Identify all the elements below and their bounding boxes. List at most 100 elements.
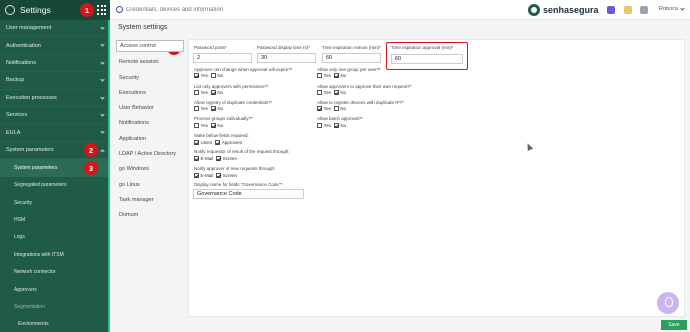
- tab-security[interactable]: Security: [116, 71, 184, 86]
- notify-approver-label: Notify approver of new requests through:: [194, 166, 276, 171]
- tab-domum[interactable]: Domum: [116, 208, 184, 223]
- allow-batch-approval-label: Allow batch approval?*: [317, 116, 363, 121]
- sidebar-subitem-integrations-itsm[interactable]: Integrations with ITSM: [0, 246, 110, 263]
- apps-grid-icon[interactable]: [97, 5, 107, 15]
- checkbox-no[interactable]: [210, 90, 216, 95]
- checkbox-approvers[interactable]: [215, 140, 221, 145]
- checkbox-no[interactable]: [333, 123, 339, 128]
- process-groups-options: Yes No: [194, 123, 223, 128]
- checkbox-screen[interactable]: [216, 173, 222, 178]
- notify-approver-options: E-Mail Screen: [194, 173, 237, 178]
- password-display-time-label: Password display time (s)*: [257, 45, 311, 50]
- step-badge-3: 3: [84, 161, 98, 175]
- checkbox-yes[interactable]: [194, 123, 199, 128]
- sidebar-item-notifications[interactable]: Notifications: [0, 55, 110, 73]
- chevron-down-icon: [100, 112, 105, 117]
- checkbox-yes[interactable]: [317, 106, 322, 111]
- checkbox-users[interactable]: [194, 140, 199, 145]
- password-ports-input[interactable]: 2: [193, 53, 252, 63]
- time-expiration-reason-input[interactable]: 60: [322, 53, 381, 63]
- checkbox-yes[interactable]: [194, 90, 199, 95]
- allow-approvers-own-label: Allow approvers to approve their own req…: [317, 84, 412, 89]
- approver-can-change-options: Yes No: [194, 73, 223, 78]
- sidebar-subitem-security[interactable]: Security: [0, 194, 110, 211]
- sidebar-item-backup[interactable]: Backup: [0, 72, 110, 90]
- checkbox-email[interactable]: [194, 156, 199, 161]
- allow-register-devices-options: Yes No: [317, 106, 346, 111]
- sidebar-item-authentication[interactable]: Authentication: [0, 37, 110, 55]
- top-bar: senhasegura Roboca: [110, 0, 690, 20]
- notify-requestor-label: Notify requestor of result of the reques…: [194, 149, 290, 154]
- tab-remote-session[interactable]: Remote session: [116, 55, 184, 70]
- sidebar-subitem-segregated-parameters[interactable]: Segregated parameters: [0, 177, 110, 194]
- chevron-down-icon: [100, 129, 105, 134]
- search-input[interactable]: [126, 4, 276, 16]
- checkbox-no[interactable]: [210, 73, 216, 78]
- lock-icon[interactable]: [640, 6, 648, 14]
- sidebar-item-execution-processes[interactable]: Execution processes: [0, 90, 110, 107]
- checkbox-no[interactable]: [210, 106, 216, 111]
- tab-go-linux[interactable]: go Linux: [116, 178, 184, 193]
- checkbox-no[interactable]: [210, 123, 216, 128]
- highlight-box: [386, 42, 468, 70]
- chevron-down-icon: [100, 94, 105, 100]
- checkbox-yes[interactable]: [317, 90, 322, 95]
- chevron-down-icon: [100, 60, 105, 65]
- sidebar-item-services[interactable]: Services: [0, 107, 110, 125]
- process-groups-label: Process groups individually?*: [194, 116, 253, 121]
- sidebar-subitem-segmentation[interactable]: Segmentation: [0, 298, 110, 315]
- settings-tabs: Access control Remote session Security E…: [116, 40, 184, 224]
- notification-icon[interactable]: [624, 6, 632, 14]
- tab-user-behavior[interactable]: User Behavior: [116, 101, 184, 116]
- allow-approvers-own-options: Yes No: [317, 90, 346, 95]
- time-expiration-reason-label: Time expiration reason (min)*: [322, 45, 381, 50]
- tab-application[interactable]: Application: [116, 132, 184, 147]
- list-only-approvers-options: Yes No: [194, 90, 223, 95]
- allow-batch-approval-options: Yes No: [317, 123, 346, 128]
- checkbox-no[interactable]: [333, 73, 339, 78]
- sidebar-subitem-network-connector[interactable]: Network connector: [0, 263, 110, 280]
- checkbox-yes[interactable]: [317, 73, 322, 78]
- lightbulb-icon[interactable]: [657, 292, 679, 314]
- sidebar-subitem-logs[interactable]: Logs: [0, 229, 110, 246]
- brand-mark-icon: [528, 4, 540, 16]
- make-below-fields-label: Make below fields required:: [194, 133, 249, 138]
- sidebar-accent-bar: [108, 20, 110, 332]
- tab-go-windows[interactable]: go Windows: [116, 162, 184, 177]
- password-display-time-input[interactable]: 30: [257, 53, 316, 63]
- sidebar-item-eula[interactable]: EULA: [0, 124, 110, 142]
- checkbox-yes[interactable]: [194, 106, 199, 111]
- password-ports-label: Password ports*: [194, 45, 227, 50]
- tab-executions[interactable]: Executions: [116, 86, 184, 101]
- brand-logo: senhasegura: [528, 4, 599, 16]
- sidebar-subitem-hsm[interactable]: HSM: [0, 211, 110, 228]
- user-menu[interactable]: Roboca: [659, 6, 678, 12]
- checkbox-no[interactable]: [333, 106, 339, 111]
- step-badge-2: 2: [84, 143, 98, 157]
- checkbox-no[interactable]: [333, 90, 339, 95]
- checkbox-screen[interactable]: [216, 156, 222, 161]
- sidebar-subitem-environments[interactable]: Environments: [0, 316, 110, 332]
- page-title: System settings: [118, 24, 168, 31]
- tab-ldap[interactable]: LDAP / Active Directory: [116, 147, 184, 162]
- checkbox-yes[interactable]: [317, 123, 322, 128]
- checkbox-email[interactable]: [194, 173, 199, 178]
- tab-access-control[interactable]: Access control: [116, 40, 184, 52]
- sidebar-title: Settings: [20, 5, 51, 15]
- step-badge-1: 1: [80, 3, 94, 17]
- tab-notifications[interactable]: Notifications: [116, 116, 184, 131]
- allow-register-devices-label: Allow to register devices with duplicate…: [317, 100, 404, 105]
- form-panel: [188, 39, 685, 317]
- display-name-label: Display name for fields "Governance Code…: [194, 182, 283, 187]
- tab-task-manager[interactable]: Task manager: [116, 193, 184, 208]
- allow-only-one-group-label: Allow only one group per user?*: [317, 67, 381, 72]
- allow-only-one-group-options: Yes No: [317, 73, 346, 78]
- robot-icon[interactable]: [607, 6, 615, 14]
- chevron-down-icon: [680, 6, 685, 11]
- chevron-down-icon: [100, 42, 105, 48]
- save-button[interactable]: Save: [661, 320, 687, 330]
- sidebar-item-user-management[interactable]: User management: [0, 20, 110, 38]
- checkbox-yes[interactable]: [194, 73, 199, 78]
- sidebar-subitem-approvers[interactable]: Approvers: [0, 281, 110, 298]
- display-name-input[interactable]: Governance Code: [193, 189, 304, 199]
